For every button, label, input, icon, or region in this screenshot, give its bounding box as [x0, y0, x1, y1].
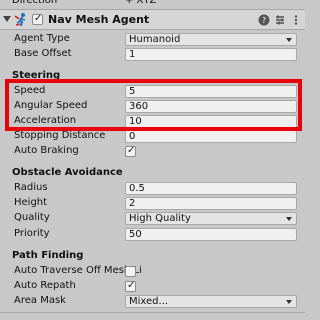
auto-repath-label: Auto Repath	[14, 280, 76, 291]
svg-text:?: ?	[262, 16, 266, 25]
help-icon[interactable]: ?	[258, 14, 270, 26]
dropdown-arrow-icon	[286, 38, 292, 42]
agent-type-dropdown[interactable]: Humanoid	[125, 33, 297, 46]
quality-label: Quality	[14, 212, 50, 223]
area-mask-label: Area Mask	[14, 295, 66, 306]
area-mask-value: Mixed...	[129, 296, 169, 307]
stopping-distance-field[interactable]: 0	[125, 130, 297, 143]
nav-mesh-agent-icon	[14, 12, 30, 28]
auto-braking-checkbox[interactable]: ✓	[125, 145, 136, 157]
preset-icon[interactable]	[274, 14, 286, 26]
highlight-box	[5, 79, 302, 131]
stopping-distance-label: Stopping Distance	[14, 130, 106, 141]
direction-row: Direction + XYZ	[0, 0, 305, 9]
radius-field[interactable]: 0.5	[125, 182, 297, 195]
dropdown-arrow-icon	[286, 300, 292, 304]
dropdown-arrow-icon	[286, 217, 292, 221]
divider	[0, 312, 305, 313]
direction-label: Direction	[12, 0, 58, 6]
auto-traverse-checkbox[interactable]	[125, 266, 136, 277]
priority-field[interactable]: 50	[125, 228, 297, 241]
more-options-icon[interactable]	[290, 14, 302, 26]
checkmark-icon: ✓	[127, 280, 136, 291]
path-finding-section-title: Path Finding	[12, 250, 84, 261]
checkmark-icon: ✓	[127, 145, 136, 156]
obstacle-avoidance-section-title: Obstacle Avoidance	[12, 167, 123, 178]
foldout-arrow-icon[interactable]	[3, 16, 11, 22]
height-label: Height	[14, 197, 48, 208]
base-offset-field[interactable]: 1	[125, 48, 297, 61]
component-header[interactable]: ✓ Nav Mesh Agent ?	[0, 9, 305, 30]
quality-dropdown[interactable]: High Quality	[125, 212, 297, 225]
base-offset-label: Base Offset	[14, 48, 72, 59]
radius-label: Radius	[14, 182, 48, 193]
component-title: Nav Mesh Agent	[48, 13, 150, 26]
auto-braking-label: Auto Braking	[14, 145, 79, 156]
checkmark-icon: ✓	[34, 13, 43, 24]
auto-repath-checkbox[interactable]: ✓	[125, 280, 136, 292]
quality-value: High Quality	[129, 213, 191, 224]
agent-type-value: Humanoid	[129, 34, 181, 45]
priority-label: Priority	[14, 228, 50, 239]
direction-value[interactable]: + XYZ	[125, 0, 156, 8]
height-field[interactable]: 2	[125, 197, 297, 210]
area-mask-dropdown[interactable]: Mixed...	[125, 295, 297, 308]
inspector-panel: Direction + XYZ ✓ Nav Mesh Agent ? Agent…	[0, 0, 305, 320]
agent-type-label: Agent Type	[14, 33, 70, 44]
component-enabled-checkbox[interactable]: ✓	[32, 13, 43, 25]
auto-traverse-label: Auto Traverse Off Mesh Li	[14, 265, 142, 276]
